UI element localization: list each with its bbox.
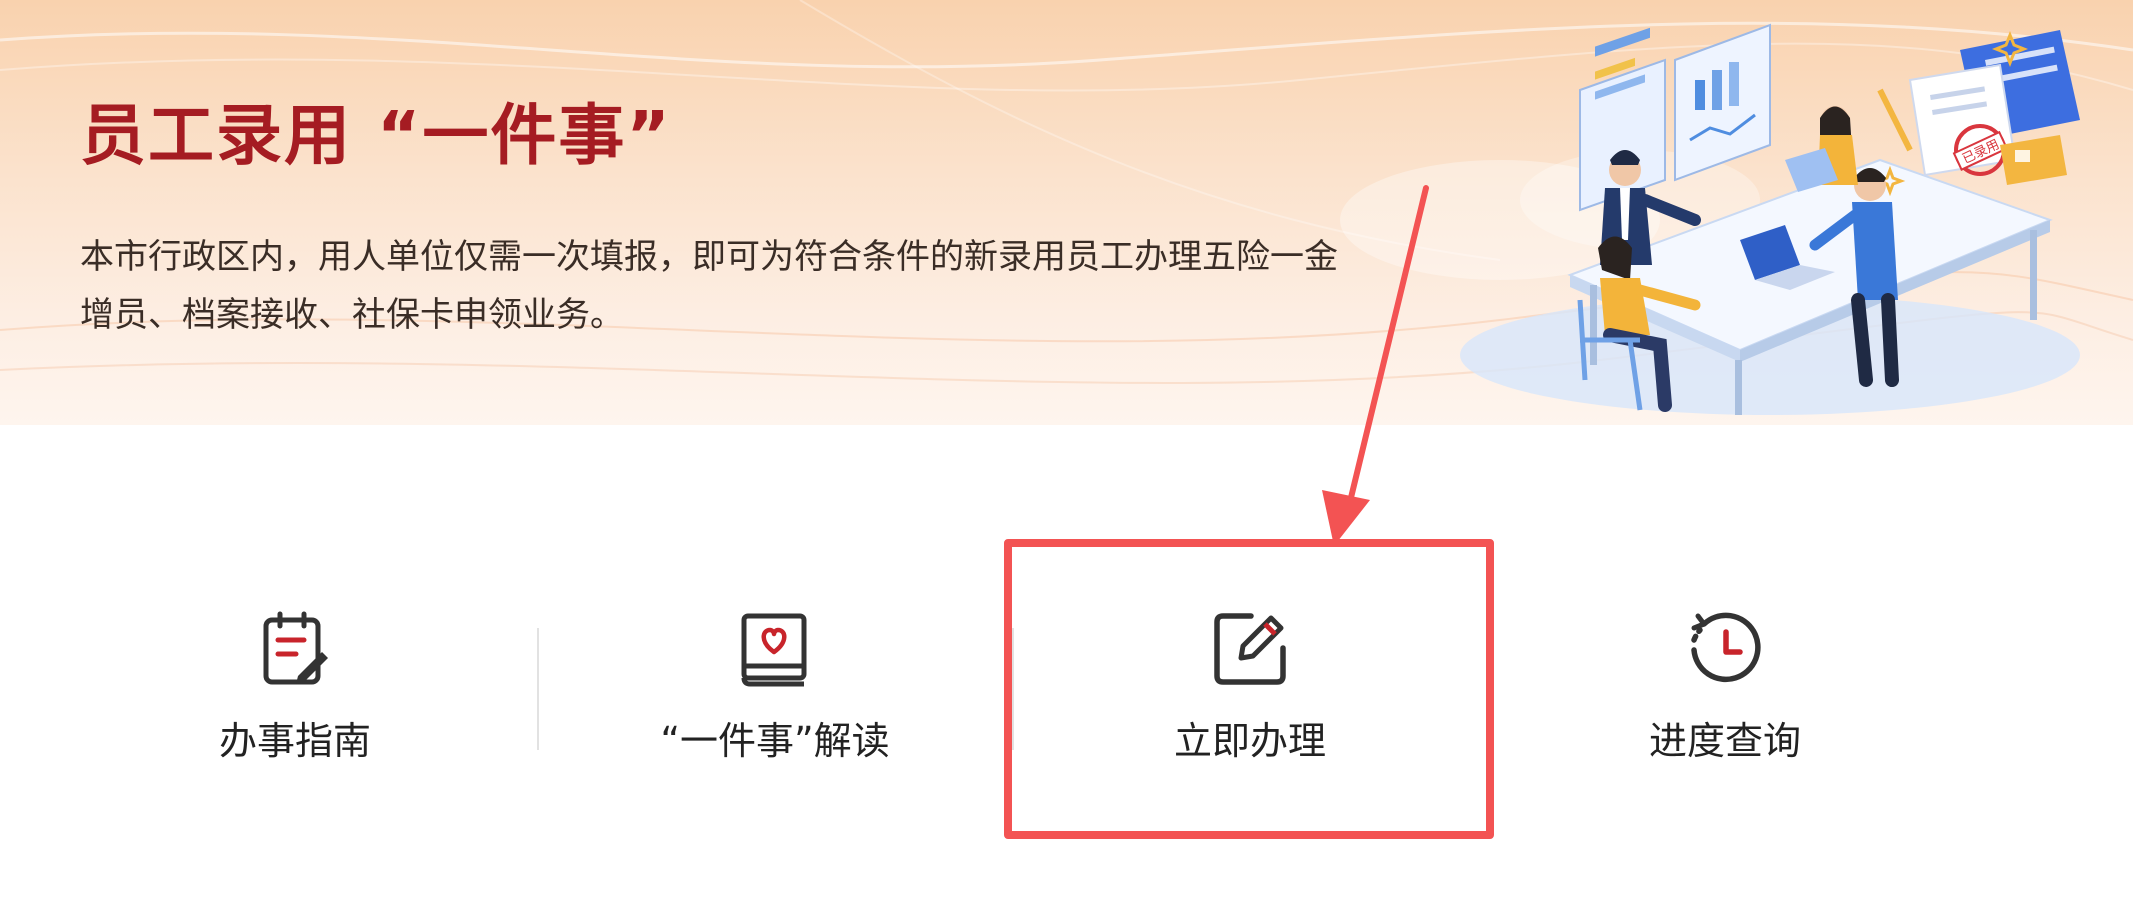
book-heart-icon [741, 613, 807, 687]
divider [1489, 628, 1491, 750]
divider [537, 628, 539, 750]
history-clock-icon [1691, 612, 1761, 683]
page-title: 员工录用 “一件事” [80, 97, 672, 174]
progress-query-label: 进度查询 [1648, 719, 1801, 763]
service-guide-label: 办事指南 [218, 719, 371, 763]
interpretation-button[interactable]: “一件事”解读 [565, 610, 985, 780]
progress-query-button[interactable]: 进度查询 [1515, 610, 1935, 780]
edit-pencil-icon [1214, 613, 1286, 685]
divider [1012, 628, 1014, 750]
page-description: 本市行政区内，用人单位仅需一次填报，即可为符合条件的新录用员工办理五险一金增员、… [80, 237, 1338, 335]
apply-now-button[interactable]: 立即办理 [1040, 610, 1460, 780]
hero-banner: 员工录用 “一件事” 本市行政区内，用人单位仅需一次填报，即可为符合条件的新录用… [0, 0, 2133, 425]
interpretation-label: “一件事”解读 [660, 719, 890, 763]
office-meeting-illustration: 已录用 [1460, 23, 2080, 415]
service-guide-button[interactable]: 办事指南 [85, 610, 505, 780]
guide-clipboard-icon [263, 611, 328, 685]
apply-now-label: 立即办理 [1173, 719, 1326, 763]
